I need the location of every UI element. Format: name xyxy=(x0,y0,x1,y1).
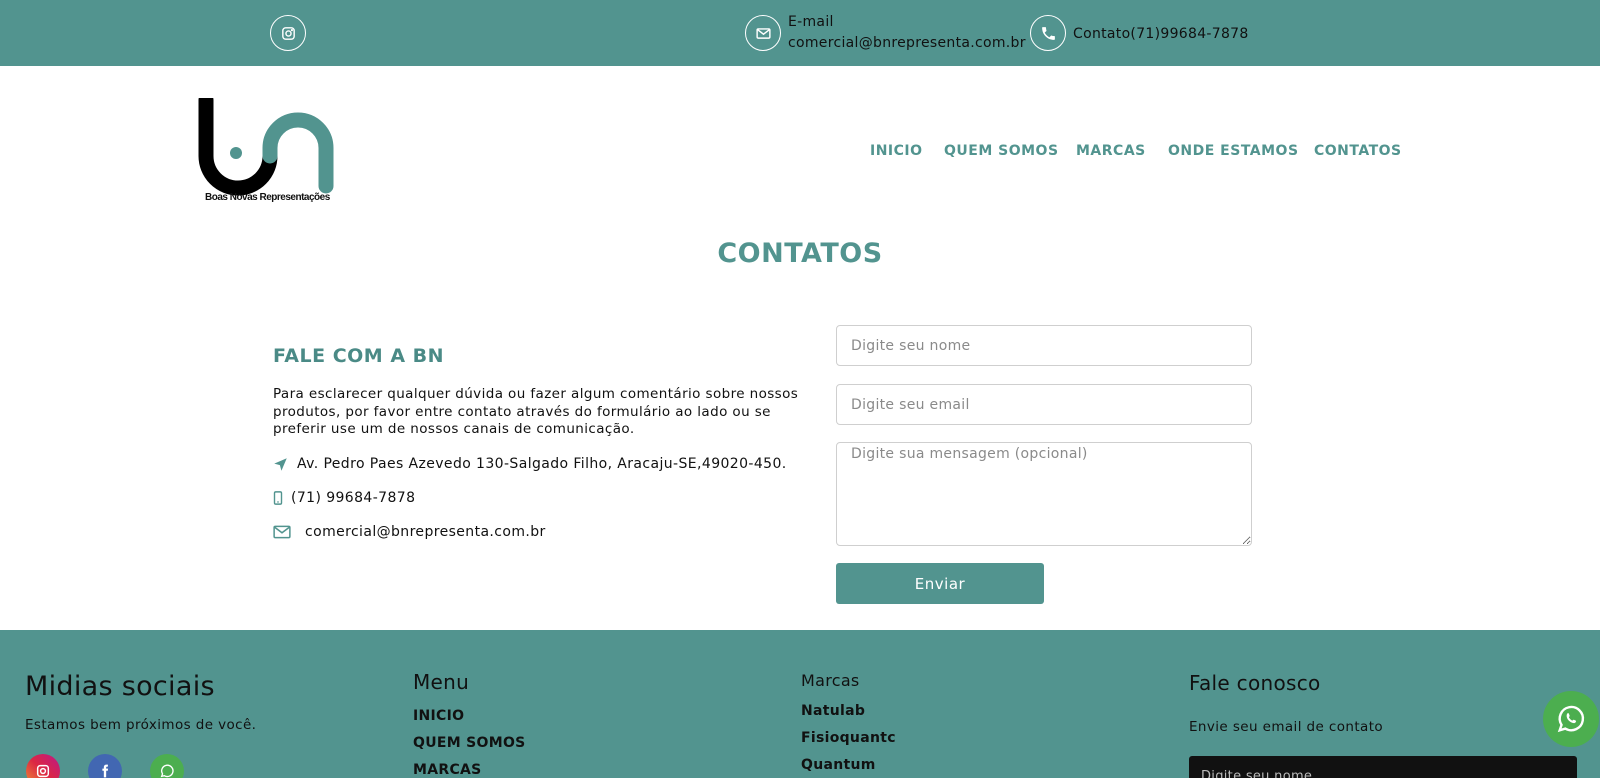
nav-inicio[interactable]: INICIO xyxy=(870,143,923,159)
footer-brand-quantum[interactable]: Quantum xyxy=(801,757,876,773)
address-text: Av. Pedro Paes Azevedo 130-Salgado Filho… xyxy=(297,456,787,472)
nav-contatos[interactable]: CONTATOS xyxy=(1314,143,1402,159)
email-label: E-mail xyxy=(788,14,834,30)
footer-social-title: Midias sociais xyxy=(25,671,215,702)
footer-contact-title: Fale conosco xyxy=(1189,671,1321,695)
footer-brand-fisioquantc[interactable]: Fisioquantc xyxy=(801,730,896,746)
name-input[interactable] xyxy=(836,325,1252,366)
footer-social-subtitle: Estamos bem próximos de você. xyxy=(25,717,257,733)
address-row: Av. Pedro Paes Azevedo 130-Salgado Filho… xyxy=(273,456,787,472)
contact-phone-text[interactable]: Contato(71)99684-7878 xyxy=(1073,24,1249,44)
footer-brands-title: Marcas xyxy=(801,671,860,690)
email-text[interactable]: comercial@bnrepresenta.com.br xyxy=(305,524,546,540)
footer-menu-inicio[interactable]: INICIO xyxy=(413,708,464,724)
phone-icon xyxy=(1030,15,1066,51)
email-input[interactable] xyxy=(836,384,1252,425)
email-value[interactable]: comercial@bnrepresenta.com.br xyxy=(788,33,1026,53)
footer-whatsapp-icon[interactable] xyxy=(150,754,184,778)
footer-instagram-icon[interactable] xyxy=(26,754,60,778)
send-button[interactable]: Enviar xyxy=(836,563,1044,604)
top-bar: E-mail comercial@bnrepresenta.com.br Con… xyxy=(0,0,1600,66)
location-arrow-icon xyxy=(274,457,287,471)
footer: Midias sociais Estamos bem próximos de v… xyxy=(0,630,1600,778)
page-title: CONTATOS xyxy=(717,238,883,269)
email-icon xyxy=(745,15,781,51)
nav-onde-estamos[interactable]: ONDE ESTAMOS xyxy=(1168,143,1299,159)
footer-name-input[interactable] xyxy=(1189,756,1577,778)
message-textarea[interactable] xyxy=(836,442,1252,546)
footer-menu-marcas[interactable]: MARCAS xyxy=(413,762,482,778)
footer-facebook-icon[interactable] xyxy=(88,754,122,778)
envelope-icon xyxy=(273,525,291,539)
contact-heading: FALE COM A BN xyxy=(273,345,445,367)
footer-contact-subtitle: Envie seu email de contato xyxy=(1189,719,1384,735)
footer-menu-quem-somos[interactable]: QUEM SOMOS xyxy=(413,735,526,751)
nav-marcas[interactable]: MARCAS xyxy=(1076,143,1146,159)
footer-menu-title: Menu xyxy=(413,670,470,694)
whatsapp-icon xyxy=(1557,705,1585,733)
footer-brand-natulab[interactable]: Natulab xyxy=(801,703,865,719)
mobile-phone-icon xyxy=(273,491,283,505)
email-row: comercial@bnrepresenta.com.br xyxy=(273,524,546,540)
whatsapp-float-button[interactable] xyxy=(1543,691,1599,747)
instagram-icon[interactable] xyxy=(270,15,306,51)
phone-row: (71) 99684-7878 xyxy=(273,490,415,506)
phone-text: (71) 99684-7878 xyxy=(291,490,416,506)
nav-quem-somos[interactable]: QUEM SOMOS xyxy=(944,143,1059,159)
logo-caption: Boas Novas Representações xyxy=(205,192,330,203)
contact-description: Para esclarecer qualquer dúvida ou fazer… xyxy=(273,386,799,437)
